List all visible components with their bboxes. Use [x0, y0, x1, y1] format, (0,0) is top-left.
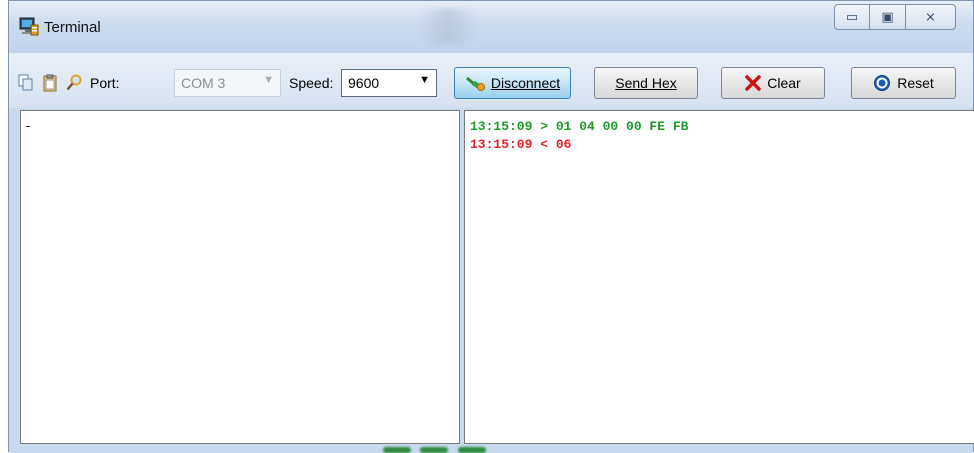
reset-icon — [874, 75, 891, 91]
title-bar[interactable]: Terminal ▭ ▣ ⨯ — [9, 1, 973, 53]
reset-button[interactable]: Reset — [851, 67, 956, 99]
copy-icon[interactable] — [18, 74, 34, 92]
search-icon[interactable] — [66, 74, 82, 92]
clear-label: Clear — [767, 75, 801, 91]
input-pane[interactable]: - — [20, 110, 460, 444]
taskbar-icon[interactable] — [383, 447, 411, 453]
disconnect-plug-icon — [465, 76, 485, 91]
output-pane[interactable]: 13:15:09 > 01 04 00 00 FE FB 13:15:09 < … — [464, 110, 974, 444]
port-select[interactable]: COM 3 ▼ — [174, 69, 281, 97]
speed-label: Speed: — [289, 75, 334, 91]
minimize-icon: ▭ — [845, 9, 859, 25]
paste-icon[interactable] — [42, 74, 58, 92]
clear-x-icon — [745, 75, 762, 91]
minimize-button[interactable]: ▭ — [834, 4, 870, 30]
toolbar: Port: COM 3 ▼ Speed: 9600 ▼ Disconnect S… — [9, 53, 973, 108]
terminal-app-icon — [19, 17, 39, 36]
maximize-icon: ▣ — [881, 9, 894, 25]
taskbar-icon[interactable] — [458, 447, 486, 453]
send-hex-button[interactable]: Send Hex — [594, 67, 698, 99]
reset-label: Reset — [897, 75, 934, 91]
port-label: Port: — [90, 75, 120, 91]
clear-button[interactable]: Clear — [721, 67, 825, 99]
port-value: COM 3 — [181, 75, 226, 91]
taskbar-icon[interactable] — [420, 447, 448, 453]
window-title: Terminal — [44, 19, 101, 36]
chevron-down-icon: ▼ — [263, 74, 274, 86]
output-line-received: 13:15:09 < 06 — [470, 137, 572, 152]
output-line-sent: 13:15:09 > 01 04 00 00 FE FB — [470, 119, 689, 134]
close-button[interactable]: ⨯ — [906, 4, 956, 30]
terminal-window: Terminal ▭ ▣ ⨯ Port: COM 3 ▼ Speed: 9600… — [8, 0, 974, 453]
disconnect-button[interactable]: Disconnect — [454, 67, 571, 99]
send-hex-label: Send Hex — [615, 75, 677, 91]
background-blur — [419, 9, 477, 45]
maximize-button[interactable]: ▣ — [870, 4, 906, 30]
chevron-down-icon: ▼ — [419, 74, 430, 86]
speed-select[interactable]: 9600 ▼ — [341, 69, 437, 97]
input-cursor-text: - — [26, 118, 31, 133]
speed-value: 9600 — [348, 75, 380, 91]
disconnect-label: Disconnect — [490, 75, 561, 91]
close-icon: ⨯ — [925, 9, 936, 25]
